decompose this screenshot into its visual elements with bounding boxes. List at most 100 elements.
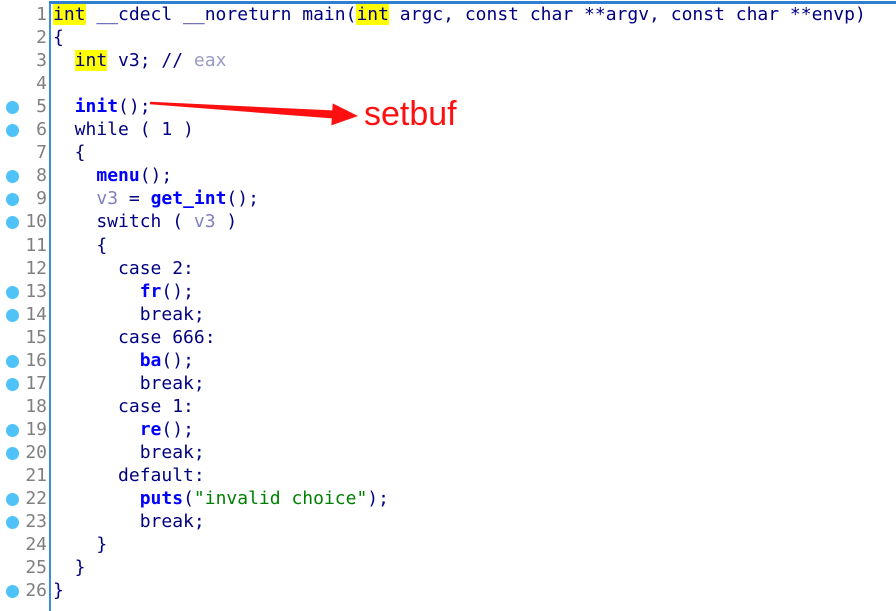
line-number: 3 xyxy=(36,50,47,72)
code-line[interactable]: 19 re(); xyxy=(0,418,896,441)
code-token-plain: ) xyxy=(172,119,194,141)
code-line[interactable]: 8 menu(); xyxy=(0,164,896,187)
code-text[interactable]: break; xyxy=(53,372,205,395)
code-token-plain: while ( xyxy=(53,119,162,141)
code-token-var: v3 xyxy=(193,211,216,233)
code-text[interactable]: case 2: xyxy=(53,257,194,280)
code-token-plain: break; xyxy=(53,511,205,533)
code-token-plain: break; xyxy=(53,441,205,463)
code-token-plain: break; xyxy=(53,372,205,394)
code-token-plain: ); xyxy=(367,488,389,510)
code-line[interactable]: 26} xyxy=(0,579,896,602)
line-number: 26 xyxy=(25,580,47,602)
code-token-plain: __cdecl __noreturn main( xyxy=(85,4,357,25)
code-token-plain: (); xyxy=(226,188,259,210)
code-text[interactable]: { xyxy=(53,234,107,257)
code-token-func: menu xyxy=(96,165,140,187)
code-text[interactable]: while ( 1 ) xyxy=(53,118,194,141)
code-line[interactable]: 18 case 1: xyxy=(0,395,896,418)
code-line[interactable]: 11 { xyxy=(0,234,896,257)
code-text[interactable]: case 666: xyxy=(53,326,216,349)
code-text[interactable]: default: xyxy=(53,464,205,487)
code-line[interactable]: 25 } xyxy=(0,556,896,579)
code-text[interactable]: break; xyxy=(53,510,205,533)
code-token-plain: ) xyxy=(215,211,238,233)
code-text[interactable]: break; xyxy=(53,441,205,464)
code-line[interactable]: 22 puts("invalid choice"); xyxy=(0,487,896,510)
line-number: 9 xyxy=(36,188,47,210)
code-line[interactable]: 24 } xyxy=(0,533,896,556)
code-text[interactable]: case 1: xyxy=(53,395,194,418)
code-line[interactable]: 13 fr(); xyxy=(0,280,896,303)
code-text[interactable]: int __cdecl __noreturn main(int argc, co… xyxy=(53,3,866,26)
code-token-var: v3 xyxy=(96,188,119,210)
line-number: 18 xyxy=(25,395,47,417)
code-text[interactable]: re(); xyxy=(53,418,194,441)
code-text[interactable]: { xyxy=(53,141,86,164)
code-token-plain: { xyxy=(53,142,86,164)
line-number: 4 xyxy=(36,73,47,95)
code-line[interactable]: 7 { xyxy=(0,141,896,164)
code-line[interactable]: 20 break; xyxy=(0,441,896,464)
line-number: 14 xyxy=(25,303,47,325)
code-text[interactable]: } xyxy=(53,533,107,556)
code-token-hl: int xyxy=(356,4,389,25)
code-text[interactable]: v3 = get_int(); xyxy=(53,187,259,210)
code-token-str: "invalid choice" xyxy=(193,488,368,510)
code-line[interactable]: 4 xyxy=(0,72,896,95)
code-token-func: init xyxy=(74,96,119,118)
code-token-hl: int xyxy=(53,4,86,25)
code-line[interactable]: 12 case 2: xyxy=(0,257,896,280)
line-number: 24 xyxy=(25,534,47,556)
code-line[interactable]: 16 ba(); xyxy=(0,349,896,372)
code-text[interactable]: fr(); xyxy=(53,280,194,303)
code-text[interactable]: init(); xyxy=(53,95,151,118)
code-token-plain: = xyxy=(118,188,151,210)
code-token-plain: ( xyxy=(183,488,194,510)
code-line[interactable]: 9 v3 = get_int(); xyxy=(0,187,896,210)
code-text[interactable]: int v3; // eax xyxy=(53,49,226,72)
code-text[interactable]: } xyxy=(53,556,86,579)
line-number: 19 xyxy=(25,418,47,440)
line-number: 12 xyxy=(25,257,47,279)
code-token-hl: int xyxy=(74,50,108,72)
code-line[interactable]: 23 break; xyxy=(0,510,896,533)
code-token-plain: (); xyxy=(161,418,194,440)
code-text[interactable]: switch ( v3 ) xyxy=(53,210,237,233)
code-token-func: ba xyxy=(139,349,162,371)
code-line[interactable]: 14 break; xyxy=(0,303,896,326)
line-number: 11 xyxy=(25,234,47,256)
line-number: 6 xyxy=(36,119,47,141)
code-token-comment: // xyxy=(161,50,184,72)
code-text[interactable]: break; xyxy=(53,303,205,326)
annotation-label-setbuf: setbuf xyxy=(364,95,457,133)
code-text[interactable]: ba(); xyxy=(53,349,194,372)
code-token-plain: switch ( xyxy=(53,211,194,233)
line-number: 20 xyxy=(25,441,47,463)
line-number: 21 xyxy=(25,465,47,486)
code-line[interactable]: 17 break; xyxy=(0,372,896,395)
code-text[interactable]: { xyxy=(53,26,64,49)
code-line[interactable]: 10 switch ( v3 ) xyxy=(0,210,896,233)
line-number: 1 xyxy=(36,4,47,25)
code-line[interactable]: 1 int __cdecl __noreturn main(int argc, c… xyxy=(0,3,896,26)
code-line[interactable]: 2{ xyxy=(0,26,896,49)
pseudocode-view[interactable]: 1 int __cdecl __noreturn main(int argc, c… xyxy=(0,0,896,611)
code-text[interactable]: puts("invalid choice"); xyxy=(53,487,389,510)
code-text[interactable]: } xyxy=(53,579,64,602)
code-token-plain: case 666: xyxy=(53,326,216,348)
line-number: 23 xyxy=(25,511,47,533)
code-token-plain: case 2: xyxy=(53,257,194,279)
code-line[interactable]: 21 default: xyxy=(0,464,896,487)
code-line[interactable]: 3 int v3; // eax xyxy=(0,49,896,72)
code-token-plain: } xyxy=(53,557,86,579)
line-number: 2 xyxy=(36,27,47,49)
code-text[interactable]: menu(); xyxy=(53,164,172,187)
code-line[interactable]: 15 case 666: xyxy=(0,326,896,349)
